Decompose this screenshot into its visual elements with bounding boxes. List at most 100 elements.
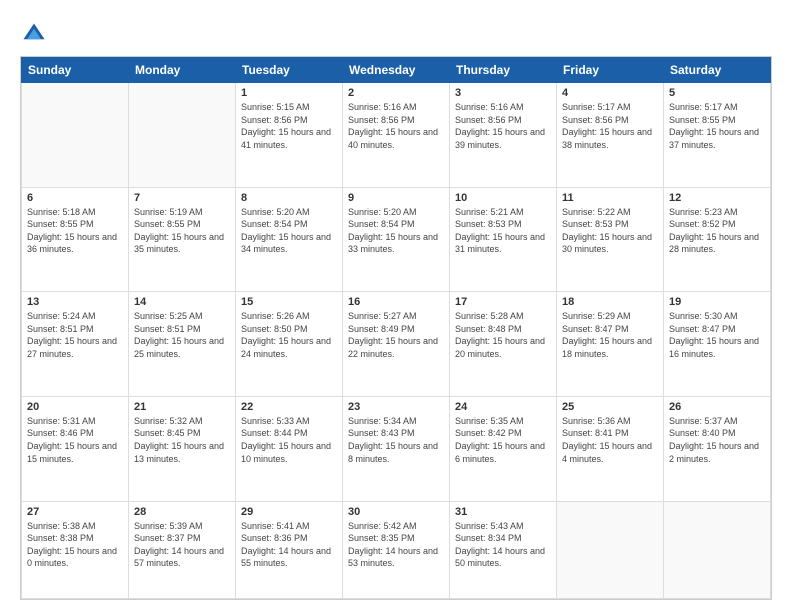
day-cell (22, 83, 129, 188)
day-cell: 28 Sunrise: 5:39 AMSunset: 8:37 PMDayligh… (129, 501, 236, 599)
day-header-tuesday: Tuesday (236, 58, 343, 83)
day-number: 11 (562, 192, 658, 204)
day-cell: 17 Sunrise: 5:28 AMSunset: 8:48 PMDayligh… (450, 292, 557, 397)
day-info: Sunrise: 5:39 AMSunset: 8:37 PMDaylight:… (134, 520, 230, 570)
day-cell: 23 Sunrise: 5:34 AMSunset: 8:43 PMDayligh… (343, 396, 450, 501)
day-info: Sunrise: 5:25 AMSunset: 8:51 PMDaylight:… (134, 310, 230, 360)
day-cell (129, 83, 236, 188)
day-info: Sunrise: 5:34 AMSunset: 8:43 PMDaylight:… (348, 415, 444, 465)
day-info: Sunrise: 5:17 AMSunset: 8:56 PMDaylight:… (562, 101, 658, 151)
day-number: 20 (27, 401, 123, 413)
day-cell: 2 Sunrise: 5:16 AMSunset: 8:56 PMDaylight… (343, 83, 450, 188)
day-info: Sunrise: 5:23 AMSunset: 8:52 PMDaylight:… (669, 206, 765, 256)
day-info: Sunrise: 5:43 AMSunset: 8:34 PMDaylight:… (455, 520, 551, 570)
day-number: 26 (669, 401, 765, 413)
day-info: Sunrise: 5:24 AMSunset: 8:51 PMDaylight:… (27, 310, 123, 360)
day-header-saturday: Saturday (664, 58, 771, 83)
day-number: 7 (134, 192, 230, 204)
day-header-monday: Monday (129, 58, 236, 83)
day-number: 18 (562, 296, 658, 308)
day-cell: 14 Sunrise: 5:25 AMSunset: 8:51 PMDayligh… (129, 292, 236, 397)
day-cell: 27Sunrise: 5:38 AMSunset: 8:38 PMDayligh… (22, 501, 129, 599)
day-cell: 13 Sunrise: 5:24 AMSunset: 8:51 PMDayligh… (22, 292, 129, 397)
day-info: Sunrise: 5:31 AMSunset: 8:46 PMDaylight:… (27, 415, 123, 465)
day-info: Sunrise: 5:36 AMSunset: 8:41 PMDaylight:… (562, 415, 658, 465)
day-info: Sunrise: 5:17 AMSunset: 8:55 PMDaylight:… (669, 101, 765, 151)
day-number: 14 (134, 296, 230, 308)
day-info: Sunrise: 5:15 AMSunset: 8:56 PMDaylight:… (241, 101, 337, 151)
day-number: 10 (455, 192, 551, 204)
day-info: Sunrise: 5:22 AMSunset: 8:53 PMDaylight:… (562, 206, 658, 256)
header (20, 16, 772, 48)
day-info: Sunrise: 5:20 AMSunset: 8:54 PMDaylight:… (348, 206, 444, 256)
day-number: 25 (562, 401, 658, 413)
day-cell: 5Sunrise: 5:17 AMSunset: 8:55 PMDaylight… (664, 83, 771, 188)
day-cell: 15Sunrise: 5:26 AMSunset: 8:50 PMDayligh… (236, 292, 343, 397)
day-cell: 18 Sunrise: 5:29 AMSunset: 8:47 PMDayligh… (557, 292, 664, 397)
day-info: Sunrise: 5:18 AMSunset: 8:55 PMDaylight:… (27, 206, 123, 256)
day-number: 1 (241, 87, 337, 99)
day-cell: 31 Sunrise: 5:43 AMSunset: 8:34 PMDayligh… (450, 501, 557, 599)
day-cell: 12Sunrise: 5:23 AMSunset: 8:52 PMDayligh… (664, 187, 771, 292)
day-header-thursday: Thursday (450, 58, 557, 83)
day-cell: 26 Sunrise: 5:37 AMSunset: 8:40 PMDayligh… (664, 396, 771, 501)
day-number: 17 (455, 296, 551, 308)
day-number: 22 (241, 401, 337, 413)
calendar: SundayMondayTuesdayWednesdayThursdayFrid… (20, 56, 772, 600)
day-info: Sunrise: 5:41 AMSunset: 8:36 PMDaylight:… (241, 520, 337, 570)
day-header-friday: Friday (557, 58, 664, 83)
logo-icon (20, 20, 48, 48)
day-number: 13 (27, 296, 123, 308)
day-cell: 4Sunrise: 5:17 AMSunset: 8:56 PMDaylight… (557, 83, 664, 188)
day-number: 15 (241, 296, 337, 308)
day-cell: 25 Sunrise: 5:36 AMSunset: 8:41 PMDayligh… (557, 396, 664, 501)
day-number: 28 (134, 506, 230, 518)
day-number: 31 (455, 506, 551, 518)
day-info: Sunrise: 5:28 AMSunset: 8:48 PMDaylight:… (455, 310, 551, 360)
day-info: Sunrise: 5:16 AMSunset: 8:56 PMDaylight:… (348, 101, 444, 151)
day-cell: 7 Sunrise: 5:19 AMSunset: 8:55 PMDaylight… (129, 187, 236, 292)
day-cell: 10 Sunrise: 5:21 AMSunset: 8:53 PMDayligh… (450, 187, 557, 292)
day-info: Sunrise: 5:27 AMSunset: 8:49 PMDaylight:… (348, 310, 444, 360)
day-number: 19 (669, 296, 765, 308)
day-cell (557, 501, 664, 599)
day-cell: 3 Sunrise: 5:16 AMSunset: 8:56 PMDaylight… (450, 83, 557, 188)
day-header-wednesday: Wednesday (343, 58, 450, 83)
day-cell: 9 Sunrise: 5:20 AMSunset: 8:54 PMDaylight… (343, 187, 450, 292)
day-info: Sunrise: 5:16 AMSunset: 8:56 PMDaylight:… (455, 101, 551, 151)
day-info: Sunrise: 5:38 AMSunset: 8:38 PMDaylight:… (27, 520, 123, 570)
day-cell (664, 501, 771, 599)
day-cell: 30 Sunrise: 5:42 AMSunset: 8:35 PMDayligh… (343, 501, 450, 599)
day-cell: 1 Sunrise: 5:15 AMSunset: 8:56 PMDaylight… (236, 83, 343, 188)
day-cell: 11 Sunrise: 5:22 AMSunset: 8:53 PMDayligh… (557, 187, 664, 292)
day-header-sunday: Sunday (22, 58, 129, 83)
day-number: 3 (455, 87, 551, 99)
logo (20, 20, 52, 48)
day-number: 8 (241, 192, 337, 204)
day-info: Sunrise: 5:19 AMSunset: 8:55 PMDaylight:… (134, 206, 230, 256)
day-cell: 16 Sunrise: 5:27 AMSunset: 8:49 PMDayligh… (343, 292, 450, 397)
day-info: Sunrise: 5:32 AMSunset: 8:45 PMDaylight:… (134, 415, 230, 465)
day-number: 30 (348, 506, 444, 518)
day-number: 21 (134, 401, 230, 413)
day-number: 24 (455, 401, 551, 413)
day-cell: 24 Sunrise: 5:35 AMSunset: 8:42 PMDayligh… (450, 396, 557, 501)
day-number: 29 (241, 506, 337, 518)
day-info: Sunrise: 5:42 AMSunset: 8:35 PMDaylight:… (348, 520, 444, 570)
day-cell: 29 Sunrise: 5:41 AMSunset: 8:36 PMDayligh… (236, 501, 343, 599)
day-info: Sunrise: 5:35 AMSunset: 8:42 PMDaylight:… (455, 415, 551, 465)
day-info: Sunrise: 5:37 AMSunset: 8:40 PMDaylight:… (669, 415, 765, 465)
day-cell: 8Sunrise: 5:20 AMSunset: 8:54 PMDaylight… (236, 187, 343, 292)
day-number: 9 (348, 192, 444, 204)
page: SundayMondayTuesdayWednesdayThursdayFrid… (0, 0, 792, 612)
day-cell: 6 Sunrise: 5:18 AMSunset: 8:55 PMDaylight… (22, 187, 129, 292)
day-info: Sunrise: 5:29 AMSunset: 8:47 PMDaylight:… (562, 310, 658, 360)
day-number: 23 (348, 401, 444, 413)
day-cell: 20 Sunrise: 5:31 AMSunset: 8:46 PMDayligh… (22, 396, 129, 501)
day-number: 16 (348, 296, 444, 308)
day-info: Sunrise: 5:21 AMSunset: 8:53 PMDaylight:… (455, 206, 551, 256)
day-number: 2 (348, 87, 444, 99)
day-number: 6 (27, 192, 123, 204)
day-cell: 19Sunrise: 5:30 AMSunset: 8:47 PMDayligh… (664, 292, 771, 397)
day-info: Sunrise: 5:33 AMSunset: 8:44 PMDaylight:… (241, 415, 337, 465)
